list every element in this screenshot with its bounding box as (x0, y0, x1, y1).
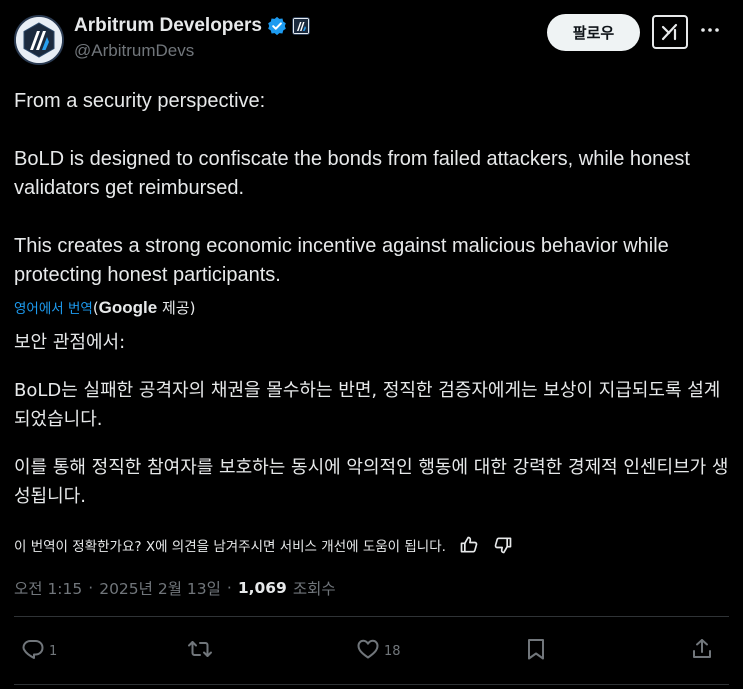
thumbs-up-icon[interactable] (458, 534, 480, 556)
divider (14, 616, 729, 617)
meta-separator: · (226, 579, 232, 597)
translated-text: 보안 관점에서: BoLD는 실패한 공격자의 채권을 몰수하는 반면, 정직한… (14, 328, 729, 511)
share-icon (690, 637, 714, 665)
reply-button[interactable]: 1 (21, 635, 57, 667)
reply-icon (21, 637, 45, 665)
like-count: 18 (384, 643, 401, 659)
tweet-text: From a security perspective: BoLD is des… (14, 87, 729, 290)
arbitrum-affiliate-badge-icon[interactable] (291, 17, 310, 35)
translation-provider: (Google 제공) (92, 298, 196, 317)
like-button[interactable]: 18 (356, 635, 401, 667)
bookmark-icon (524, 637, 548, 665)
translated-paragraph: BoLD는 실패한 공격자의 채권을 몰수하는 반면, 정직한 검증자에게는 보… (14, 380, 721, 430)
google-logo-text: Google (98, 298, 158, 317)
tweet-paragraph: BoLD is designed to confiscate the bonds… (14, 148, 690, 199)
tweet-paragraph: This creates a strong economic incentive… (14, 235, 669, 286)
repost-icon (187, 637, 213, 665)
tweet-time[interactable]: 오전 1:15 (14, 577, 82, 599)
tweet-meta: 오전 1:15 · 2025년 2월 13일 · 1,069 조회수 (14, 577, 336, 599)
repost-button[interactable] (187, 635, 217, 667)
tweet-view: Arbitrum Developers @ArbitrumDevs 팔로우 Fr… (0, 0, 743, 689)
tweet-paragraph: From a security perspective: (14, 90, 266, 112)
author-display-name[interactable]: Arbitrum Developers (74, 15, 262, 37)
verified-badge-icon[interactable] (267, 16, 287, 36)
heart-icon (356, 637, 380, 665)
tweet-date[interactable]: 2025년 2월 13일 (99, 577, 221, 599)
share-button[interactable] (690, 635, 714, 667)
author-handle[interactable]: @ArbitrumDevs (74, 41, 194, 61)
views-count: 1,069 (237, 579, 287, 597)
follow-button[interactable]: 팔로우 (547, 14, 640, 51)
translation-feedback: 이 번역이 정확한가요? X에 의견을 남겨주시면 서비스 개선에 도움이 됩니… (14, 534, 729, 556)
translation-feedback-text: 이 번역이 정확한가요? X에 의견을 남겨주시면 서비스 개선에 도움이 됩니… (14, 539, 446, 555)
tweet-header: Arbitrum Developers @ArbitrumDevs 팔로우 (14, 12, 729, 65)
action-bar: 1 18 (0, 627, 743, 675)
bookmark-button[interactable] (524, 635, 548, 667)
divider (14, 684, 729, 685)
views-label: 조회수 (292, 580, 336, 598)
more-icon[interactable] (696, 16, 724, 44)
author-name-row: Arbitrum Developers (74, 15, 310, 37)
translated-from-link[interactable]: 영어에서 번역 (14, 301, 93, 317)
arbitrum-logo-icon[interactable] (14, 15, 64, 65)
grok-icon[interactable] (652, 15, 688, 49)
meta-separator: · (88, 579, 94, 597)
translated-paragraph: 이를 통해 정직한 참여자를 보호하는 동시에 악의적인 행동에 대한 강력한 … (14, 457, 729, 507)
translated-paragraph: 보안 관점에서: (14, 332, 126, 353)
reply-count: 1 (49, 643, 58, 659)
thumbs-down-icon[interactable] (492, 534, 514, 556)
translation-attribution: 영어에서 번역(Google 제공) (14, 297, 195, 320)
